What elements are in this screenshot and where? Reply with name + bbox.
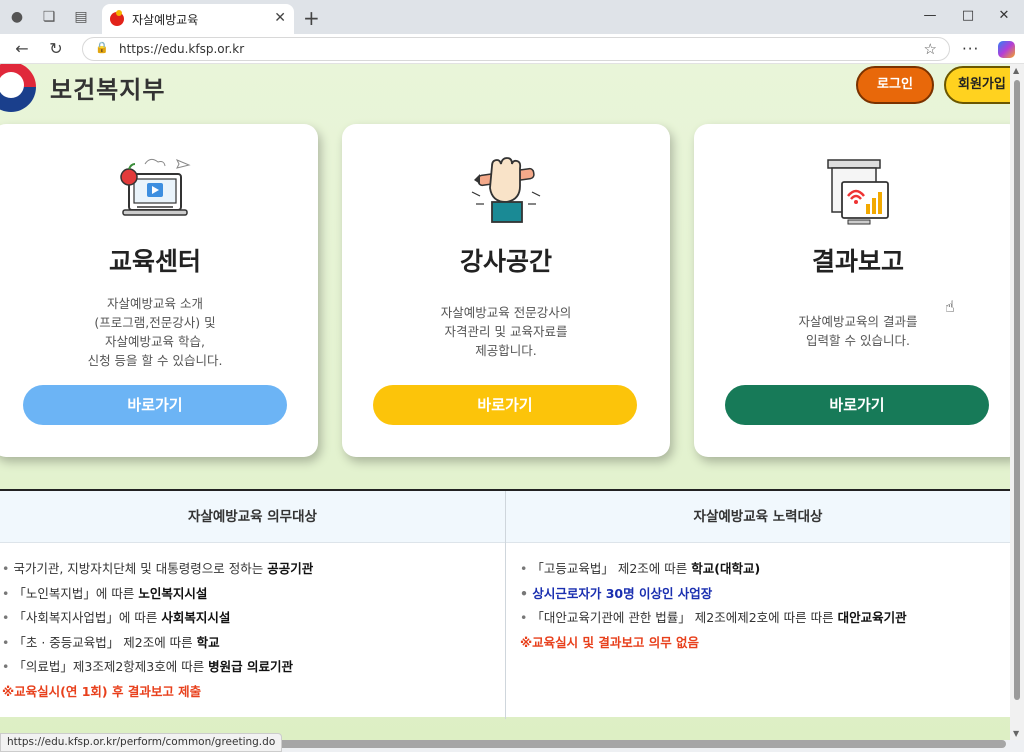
list-item: 국가기관, 지방자치단체 및 대통령령으로 정하는 공공기관 — [2, 557, 313, 582]
page-viewport: 보건복지부 로그인 회원가입 교육센터 자살예방교육 소개 (프로그램,전문강사… — [0, 64, 1010, 740]
horizontal-scroll-thumb[interactable] — [232, 740, 1006, 748]
tab-active[interactable]: 자살예방교육 ✕ — [102, 4, 294, 34]
effort-target-list: 「고등교육법」 제2조에 따른 학교(대학교) 상시근로자가 30명 이상인 사… — [520, 557, 907, 655]
desc-line: 신청 등을 할 수 있습니다. — [87, 353, 223, 368]
login-button[interactable]: 로그인 — [856, 66, 934, 104]
list-item: 「사회복지사업법」에 따른 사회복지시설 — [2, 606, 313, 631]
list-item: 「노인복지법」에 따른 노인복지시설 — [2, 582, 313, 607]
effort-target-title: 자살예방교육 노력대상 — [506, 491, 1010, 543]
logo-text[interactable]: 보건복지부 — [50, 70, 165, 105]
list-item: 「초 · 중등교육법」 제2조에 따른 학교 — [2, 631, 313, 656]
status-bar-link: https://edu.kfsp.or.kr/perform/common/gr… — [0, 733, 283, 752]
desc-line: 자살예방교육의 결과를 — [798, 314, 918, 329]
card-education-center: 교육센터 자살예방교육 소개 (프로그램,전문강사) 및 자살예방교육 학습, … — [0, 124, 318, 457]
new-tab-icon[interactable]: + — [303, 6, 320, 30]
desc-line: (프로그램,전문강사) 및 — [94, 315, 216, 330]
tab-title: 자살예방교육 — [132, 13, 199, 27]
card-instructor-space: 강사공간 자살예방교육 전문강사의 자격관리 및 교육자료를 제공합니다. 바로… — [342, 124, 670, 457]
card-title: 강사공간 — [459, 247, 552, 276]
card-description: 자살예방교육 소개 (프로그램,전문강사) 및 자살예방교육 학습, 신청 등을… — [0, 294, 318, 370]
close-tab-icon[interactable]: ✕ — [274, 10, 286, 26]
card-title: 교육센터 — [108, 247, 201, 276]
scroll-thumb[interactable] — [1014, 80, 1020, 700]
workspaces-icon[interactable]: ❏ — [40, 8, 58, 26]
card-description: 자살예방교육 전문강사의 자격관리 및 교육자료를 제공합니다. — [342, 303, 670, 360]
url-text: https://edu.kfsp.or.kr — [119, 42, 245, 56]
list-item: 상시근로자가 30명 이상인 사업장 — [520, 582, 907, 607]
go-result-report-button[interactable]: 바로가기 — [725, 385, 989, 425]
scroll-up-icon[interactable]: ▲ — [1013, 66, 1019, 75]
go-education-center-button[interactable]: 바로가기 — [23, 385, 287, 425]
vertical-scrollbar[interactable]: ▲ ▼ — [1010, 64, 1024, 740]
vertical-tabs-icon[interactable]: ▤ — [72, 8, 90, 26]
site-favicon-icon — [110, 10, 124, 26]
mandatory-target-title: 자살예방교육 의무대상 — [0, 491, 505, 543]
profile-icon[interactable]: ● — [8, 8, 26, 26]
back-icon[interactable]: ← — [12, 39, 32, 58]
desc-line: 제공합니다. — [475, 343, 537, 358]
scroll-down-icon[interactable]: ▼ — [1013, 729, 1019, 738]
site-info-icon[interactable]: 🔒 — [95, 41, 109, 54]
desc-line: 자살예방교육 전문강사의 — [440, 305, 572, 320]
effort-note: ※교육실시 및 결과보고 의무 없음 — [520, 634, 700, 650]
ministry-logo-icon[interactable] — [0, 64, 36, 112]
card-description: 자살예방교육의 결과를 입력할 수 있습니다. — [694, 312, 1010, 350]
hand-pencil-icon — [471, 157, 541, 223]
hand-cursor-icon: ☝ — [945, 297, 955, 316]
maximize-icon[interactable]: □ — [958, 6, 978, 26]
mandatory-target-column: 자살예방교육 의무대상 국가기관, 지방자치단체 및 대통령령으로 정하는 공공… — [0, 491, 505, 719]
copilot-icon[interactable] — [998, 41, 1015, 58]
address-bar-row: ← ↻ 🔒 https://edu.kfsp.or.kr ☆ ··· — [0, 34, 1024, 64]
desc-line: 입력할 수 있습니다. — [806, 333, 910, 348]
elearning-laptop-icon — [120, 158, 191, 216]
list-item: 「고등교육법」 제2조에 따른 학교(대학교) — [520, 557, 907, 582]
more-menu-icon[interactable]: ··· — [962, 40, 979, 58]
desc-line: 자격관리 및 교육자료를 — [444, 324, 568, 339]
reload-icon[interactable]: ↻ — [46, 39, 66, 58]
report-chart-icon — [827, 159, 889, 225]
desc-line: 자살예방교육 소개 — [107, 296, 203, 311]
url-input[interactable]: 🔒 https://edu.kfsp.or.kr ☆ — [82, 37, 950, 61]
card-result-report: 결과보고 자살예방교육의 결과를 입력할 수 있습니다. 바로가기 — [694, 124, 1010, 457]
target-info-table: 자살예방교육 의무대상 국가기관, 지방자치단체 및 대통령령으로 정하는 공공… — [0, 489, 1010, 719]
desc-line: 자살예방교육 학습, — [105, 334, 205, 349]
signup-button[interactable]: 회원가입 — [944, 66, 1010, 104]
minimize-icon[interactable]: — — [920, 6, 940, 26]
effort-target-column: 자살예방교육 노력대상 「고등교육법」 제2조에 따른 학교(대학교) 상시근로… — [506, 491, 1010, 719]
mandatory-note: ※교육실시(연 1회) 후 결과보고 제출 — [2, 683, 202, 699]
list-item: 「대안교육기관에 관한 법률」 제2조에제2호에 따른 따른 대안교육기관 — [520, 606, 906, 631]
mandatory-target-list: 국가기관, 지방자치단체 및 대통령령으로 정하는 공공기관 「노인복지법」에 … — [2, 557, 313, 704]
go-instructor-space-button[interactable]: 바로가기 — [373, 385, 637, 425]
list-item: 「의료법」제3조제2항제3호에 따른 병원급 의료기관 — [2, 655, 313, 680]
card-title: 결과보고 — [811, 247, 904, 276]
close-window-icon[interactable]: ✕ — [994, 6, 1014, 26]
tab-strip: ● ❏ ▤ 자살예방교육 ✕ + — □ ✕ — [0, 0, 1024, 34]
favorite-star-icon[interactable]: ☆ — [924, 40, 937, 58]
